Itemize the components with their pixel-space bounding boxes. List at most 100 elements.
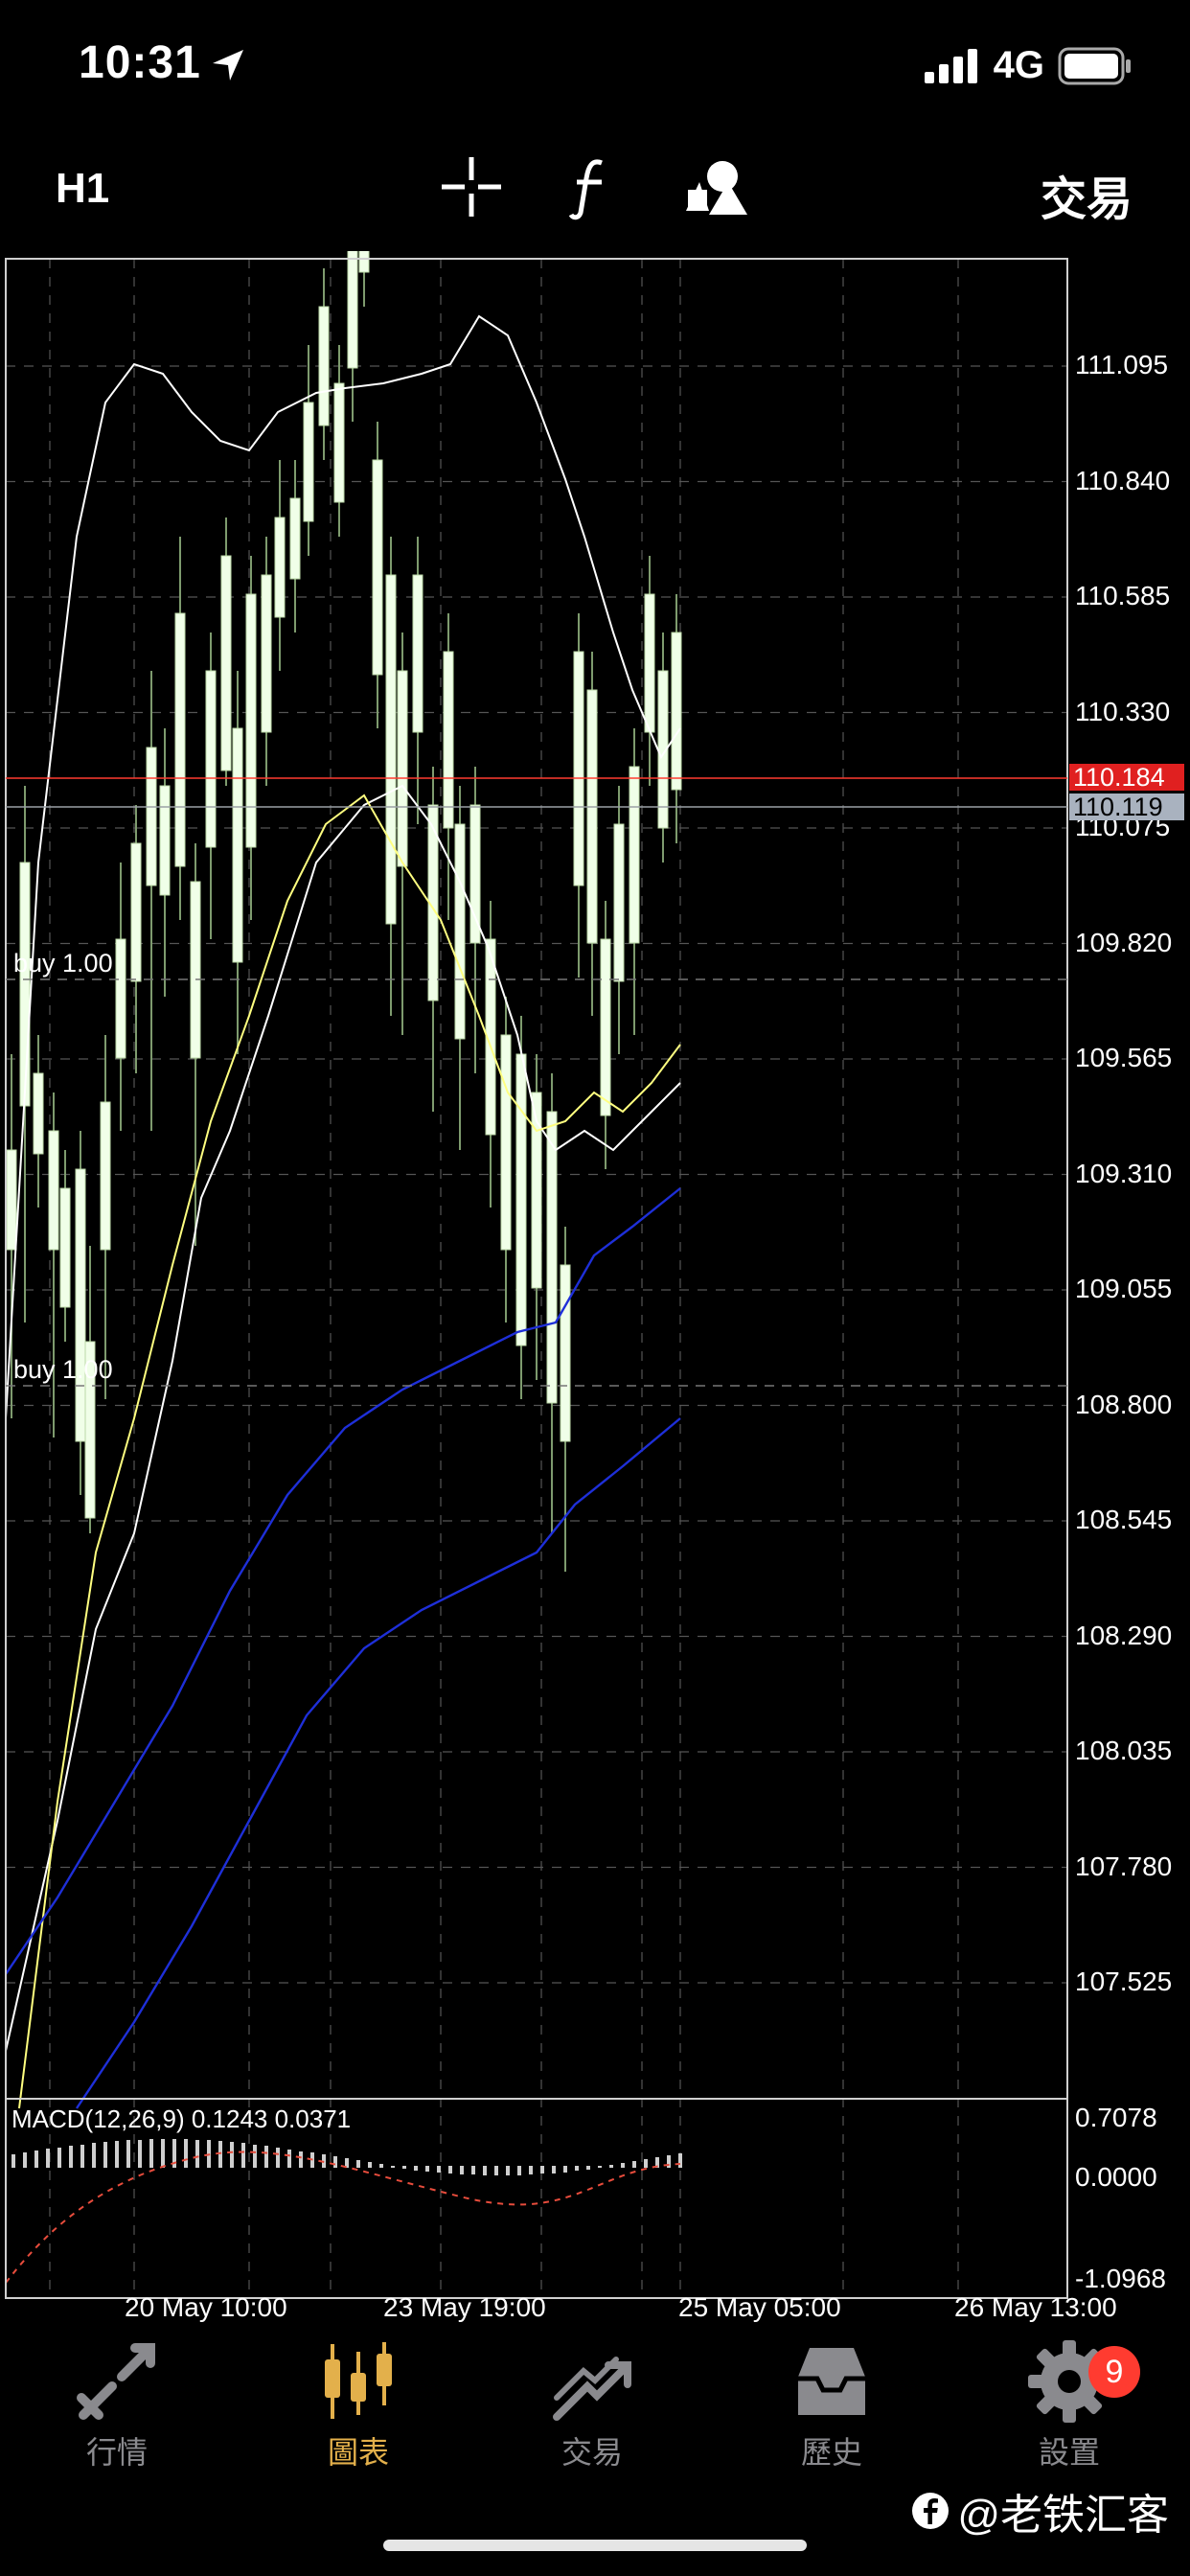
candle-body bbox=[48, 1130, 59, 1251]
price-axis-label: 110.585 bbox=[1075, 581, 1171, 610]
macd-bar bbox=[540, 2166, 544, 2174]
history-icon bbox=[798, 2348, 865, 2415]
macd-bar bbox=[161, 2139, 165, 2168]
price-axis-label: 108.800 bbox=[1075, 1389, 1173, 1419]
macd-bar bbox=[46, 2149, 50, 2168]
price-axis-label: 109.310 bbox=[1075, 1158, 1173, 1188]
crosshair-icon[interactable] bbox=[438, 153, 505, 220]
candle-body bbox=[644, 593, 655, 733]
trade-button[interactable]: 交易 bbox=[1041, 161, 1133, 228]
macd-bar bbox=[391, 2166, 395, 2168]
candle-body bbox=[385, 574, 397, 925]
macd-label: MACD(12,26,9) 0.1243 0.0371 bbox=[11, 2104, 352, 2133]
tab-label: 歷史 bbox=[800, 2435, 862, 2470]
candle-body bbox=[613, 823, 625, 982]
candle-body bbox=[19, 862, 31, 1107]
order-label-1[interactable]: buy 1.00 bbox=[13, 949, 113, 978]
status-indicators: 4G bbox=[924, 44, 1133, 87]
order-label-2[interactable]: buy 1.00 bbox=[13, 1355, 113, 1385]
moving-average-slow-2 bbox=[76, 1417, 681, 2109]
tab-history[interactable]: 歷史 bbox=[755, 2338, 908, 2472]
candle-body bbox=[469, 804, 481, 944]
candle-body bbox=[115, 938, 126, 1059]
macd-bar bbox=[241, 2143, 245, 2168]
candle-body bbox=[6, 1149, 17, 1251]
time-axis-label: 23 May 19:00 bbox=[383, 2292, 546, 2322]
objects-icon[interactable] bbox=[682, 153, 749, 220]
candle-body bbox=[671, 632, 682, 791]
macd-bar bbox=[333, 2156, 337, 2168]
price-axis-label: 107.780 bbox=[1075, 1851, 1173, 1881]
candle-body bbox=[347, 251, 358, 369]
macd-bar bbox=[69, 2146, 73, 2168]
candle-body bbox=[573, 651, 584, 886]
macd-bar bbox=[586, 2166, 590, 2170]
macd-bar bbox=[494, 2166, 498, 2175]
home-indicator[interactable] bbox=[383, 2540, 807, 2551]
macd-bar bbox=[368, 2162, 372, 2168]
price-axis-label: 109.055 bbox=[1075, 1274, 1173, 1303]
candle-body bbox=[454, 823, 466, 1040]
macd-bar bbox=[138, 2140, 142, 2168]
macd-bar bbox=[230, 2142, 234, 2168]
candle-body bbox=[318, 306, 330, 426]
macd-bar bbox=[437, 2166, 441, 2173]
tab-label: 交易 bbox=[561, 2435, 623, 2470]
candle-body bbox=[205, 670, 217, 848]
price-chart[interactable] bbox=[0, 251, 1190, 2302]
macd-bar bbox=[253, 2145, 257, 2168]
network-type: 4G bbox=[993, 44, 1044, 86]
trade-icon bbox=[553, 2357, 631, 2421]
candle-body bbox=[515, 1053, 527, 1346]
macd-bar bbox=[218, 2141, 222, 2168]
timeframe-button[interactable]: H1 bbox=[56, 165, 109, 213]
ask-price-tag: 110.119 bbox=[1069, 794, 1184, 820]
macd-bar bbox=[80, 2145, 84, 2168]
chart-icon bbox=[325, 2342, 392, 2419]
moving-average-slow bbox=[5, 1187, 681, 1975]
candle-body bbox=[500, 1034, 512, 1251]
tab-label: 圖表 bbox=[327, 2435, 389, 2470]
candle-body bbox=[586, 689, 598, 944]
macd-bar bbox=[126, 2140, 130, 2168]
macd-bar bbox=[448, 2166, 452, 2174]
tab-quotes[interactable]: 行情 bbox=[40, 2338, 194, 2472]
macd-bar bbox=[92, 2143, 96, 2168]
macd-bar bbox=[621, 2163, 625, 2168]
candle-body bbox=[397, 670, 408, 867]
tab-chart[interactable]: 圖表 bbox=[282, 2338, 435, 2472]
function-icon[interactable] bbox=[560, 153, 627, 220]
candle-body bbox=[303, 402, 314, 522]
watermark: @老铁汇客 bbox=[911, 2480, 1169, 2542]
candle-body bbox=[33, 1072, 44, 1155]
candle-body bbox=[159, 785, 171, 896]
candle-body bbox=[289, 497, 301, 580]
status-time: 10:31 bbox=[79, 37, 201, 88]
candle-body bbox=[245, 593, 257, 848]
price-axis-label: 109.565 bbox=[1075, 1043, 1173, 1072]
candle-body bbox=[372, 459, 383, 676]
macd-bar bbox=[563, 2166, 567, 2173]
price-axis-label: 108.545 bbox=[1075, 1505, 1173, 1534]
candle-body bbox=[358, 251, 370, 273]
price-axis-label: 110.330 bbox=[1075, 696, 1171, 726]
macd-bar bbox=[264, 2146, 268, 2168]
macd-bar bbox=[379, 2164, 383, 2168]
candle-body bbox=[443, 651, 454, 829]
macd-bar bbox=[402, 2166, 406, 2169]
candle-body bbox=[190, 881, 201, 1059]
macd-bar bbox=[299, 2151, 303, 2168]
candle-body bbox=[600, 938, 611, 1116]
macd-bar bbox=[678, 2153, 682, 2168]
macd-bar bbox=[57, 2148, 61, 2168]
settings-badge: 9 bbox=[1088, 2346, 1140, 2398]
macd-bar bbox=[598, 2166, 602, 2168]
macd-bar bbox=[575, 2166, 579, 2171]
macd-bar bbox=[23, 2152, 27, 2168]
location-arrow-icon bbox=[213, 50, 243, 80]
macd-histogram bbox=[5, 2139, 682, 2284]
macd-bar bbox=[425, 2166, 429, 2172]
candle-body bbox=[232, 727, 243, 963]
tab-trade[interactable]: 交易 bbox=[515, 2338, 669, 2472]
macd-bar bbox=[471, 2166, 475, 2174]
